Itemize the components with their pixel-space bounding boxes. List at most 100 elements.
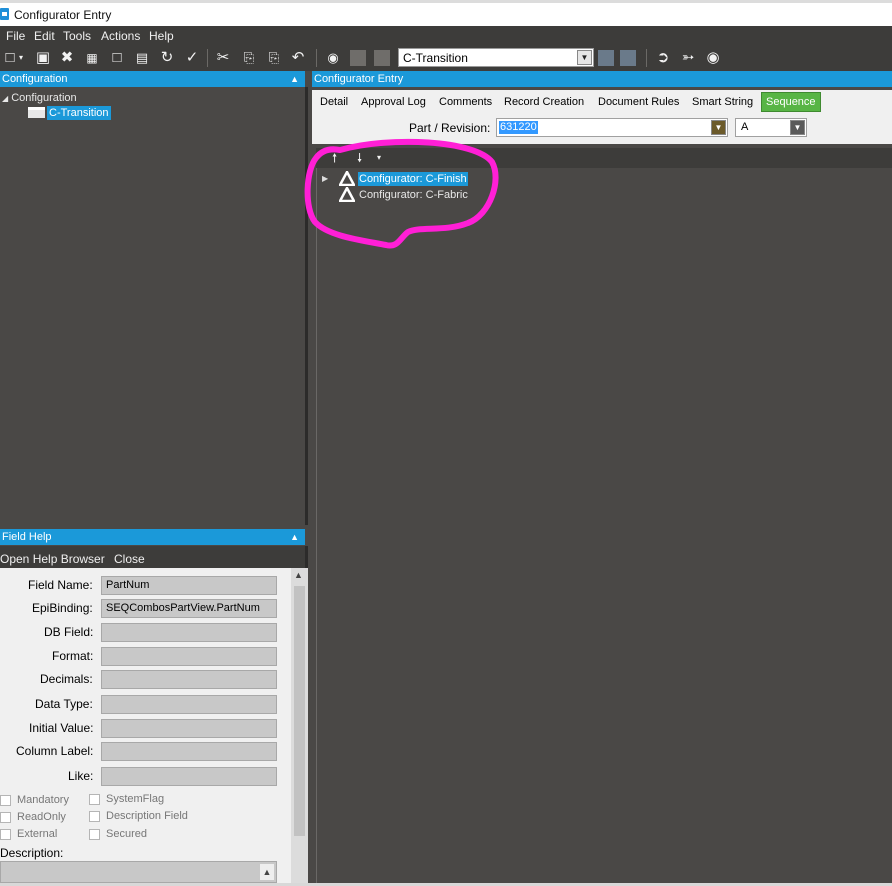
expand-icon[interactable]: ▶ xyxy=(322,174,328,183)
db-field-value xyxy=(101,623,277,642)
title-bar: Configurator Entry xyxy=(0,0,892,26)
data-type-label: Data Type: xyxy=(35,697,93,711)
dropdown-icon[interactable]: ▾ xyxy=(377,153,381,162)
new-dropdown-icon[interactable]: ▾ xyxy=(17,49,25,67)
save-icon[interactable]: ▣ xyxy=(34,49,52,67)
clipboard-icon[interactable]: ▤ xyxy=(133,49,151,67)
menu-file[interactable]: File xyxy=(6,29,25,43)
systemflag-checkbox[interactable] xyxy=(89,794,100,805)
panel-title: Configurator Entry xyxy=(314,73,404,85)
cut-icon[interactable]: ✂ xyxy=(214,49,232,67)
refresh-icon[interactable]: ↻ xyxy=(158,49,176,67)
sequence-item-label: Configurator: C-Fabric xyxy=(359,189,468,201)
new-icon[interactable]: □ xyxy=(3,49,17,67)
delete-icon[interactable]: ✖ xyxy=(58,49,76,67)
menu-tools[interactable]: Tools xyxy=(63,29,91,43)
sequence-item-label: Configurator: C-Finish xyxy=(358,172,468,186)
epibinding-label: EpiBinding: xyxy=(32,601,93,615)
toolbar-separator xyxy=(207,49,208,67)
tree-item-label: C-Transition xyxy=(47,106,111,120)
like-label: Like: xyxy=(68,769,94,783)
secured-checkbox[interactable] xyxy=(89,829,100,840)
home-circle-icon[interactable]: ◉ xyxy=(704,49,722,67)
paste-icon[interactable]: ⎘ xyxy=(265,49,283,67)
format-value xyxy=(101,647,277,666)
secured-label: Secured xyxy=(106,828,147,840)
scroll-up-icon[interactable]: ▲ xyxy=(260,864,274,880)
field-name-label: Field Name: xyxy=(28,578,93,592)
decimals-value xyxy=(101,670,277,689)
configurator-icon xyxy=(339,187,355,202)
menu-edit[interactable]: Edit xyxy=(34,29,55,43)
description-field-checkbox[interactable] xyxy=(89,811,100,822)
tree-root[interactable]: ◢ Configuration xyxy=(2,92,77,104)
mandatory-label: Mandatory xyxy=(17,794,69,806)
field-help-panel-header: Field Help ▲ xyxy=(0,529,305,545)
tab-smart-string[interactable]: Smart String xyxy=(692,96,753,108)
menu-actions[interactable]: Actions xyxy=(101,29,140,43)
panel-title: Field Help xyxy=(2,531,52,543)
chevron-down-icon[interactable]: ▼ xyxy=(577,50,592,65)
configurator-icon xyxy=(339,171,355,186)
sequence-item-c-fabric[interactable]: Configurator: C-Fabric xyxy=(322,187,522,202)
undo-icon[interactable]: ↶ xyxy=(289,49,307,67)
back-circle-icon[interactable]: ➲ xyxy=(654,49,672,67)
description-field-label: Description Field xyxy=(106,810,188,822)
copy-icon[interactable]: ⎘ xyxy=(240,49,258,67)
move-down-icon[interactable]: 🠗 xyxy=(357,149,362,170)
scroll-thumb[interactable] xyxy=(294,586,305,836)
toolbar-separator xyxy=(646,49,647,67)
part-revision-label: Part / Revision: xyxy=(409,121,491,135)
binoculars-icon[interactable]: ◉ xyxy=(324,49,342,67)
revision-value: A xyxy=(741,121,749,133)
tab-approval-log[interactable]: Approval Log xyxy=(361,96,426,108)
folder-icon xyxy=(28,107,45,118)
initial-value-label: Initial Value: xyxy=(29,721,94,735)
like-value xyxy=(101,767,277,786)
attachment-icon[interactable]: □ xyxy=(108,49,126,67)
collapse-icon[interactable]: ◢ xyxy=(2,94,8,103)
last-record-icon[interactable] xyxy=(620,50,636,66)
tab-strip: Detail Approval Log Comments Record Crea… xyxy=(312,90,892,114)
part-number-combo[interactable]: 631220 ▼ xyxy=(496,118,728,137)
record-navigator-combo[interactable]: C-Transition ▼ xyxy=(398,48,594,67)
close-help-button[interactable]: Close xyxy=(114,552,145,566)
pin-icon[interactable]: ▲ xyxy=(290,529,299,545)
part-number-value: 631220 xyxy=(499,121,538,134)
chevron-down-icon[interactable]: ▼ xyxy=(790,120,805,135)
column-label-label: Column Label: xyxy=(16,744,94,758)
sequence-item-c-finish[interactable]: ▶ Configurator: C-Finish xyxy=(322,171,522,186)
search-book-icon[interactable]: ▦ xyxy=(82,49,102,67)
previous-record-icon[interactable] xyxy=(374,50,390,66)
tab-record-creation[interactable]: Record Creation xyxy=(504,96,584,108)
tab-detail[interactable]: Detail xyxy=(320,96,348,108)
scroll-up-icon[interactable]: ▲ xyxy=(294,570,303,580)
revision-combo[interactable]: A ▼ xyxy=(735,118,807,137)
column-label-value xyxy=(101,742,277,761)
tab-document-rules[interactable]: Document Rules xyxy=(598,96,679,108)
initial-value-value xyxy=(101,719,277,738)
window-title: Configurator Entry xyxy=(14,8,112,22)
systemflag-label: SystemFlag xyxy=(106,793,165,805)
menu-help[interactable]: Help xyxy=(149,29,174,43)
open-help-browser-button[interactable]: Open Help Browser xyxy=(0,552,105,566)
first-record-icon[interactable] xyxy=(350,50,366,66)
chevron-down-icon[interactable]: ▼ xyxy=(711,120,726,135)
description-textarea[interactable]: ▲ xyxy=(0,861,277,883)
configuration-panel-header: Configuration ▲ xyxy=(0,71,305,87)
next-record-icon[interactable] xyxy=(598,50,614,66)
data-type-value xyxy=(101,695,277,714)
pin-icon[interactable]: ▲ xyxy=(290,71,299,87)
tab-comments[interactable]: Comments xyxy=(439,96,492,108)
external-checkbox[interactable] xyxy=(0,829,11,840)
tab-sequence[interactable]: Sequence xyxy=(761,92,821,112)
tree-root-label: Configuration xyxy=(11,92,77,104)
readonly-checkbox[interactable] xyxy=(0,812,11,823)
epibinding-value: SEQCombosPartView.PartNum xyxy=(101,599,277,618)
forward-circle-icon[interactable]: ➳ xyxy=(679,49,697,67)
move-up-icon[interactable]: 🠕 xyxy=(332,149,337,170)
help-scrollbar[interactable]: ▲ xyxy=(291,568,308,886)
configurator-entry-header: Configurator Entry xyxy=(312,71,892,87)
mandatory-checkbox[interactable] xyxy=(0,795,11,806)
clear-brush-icon[interactable]: ✓ xyxy=(183,49,201,67)
